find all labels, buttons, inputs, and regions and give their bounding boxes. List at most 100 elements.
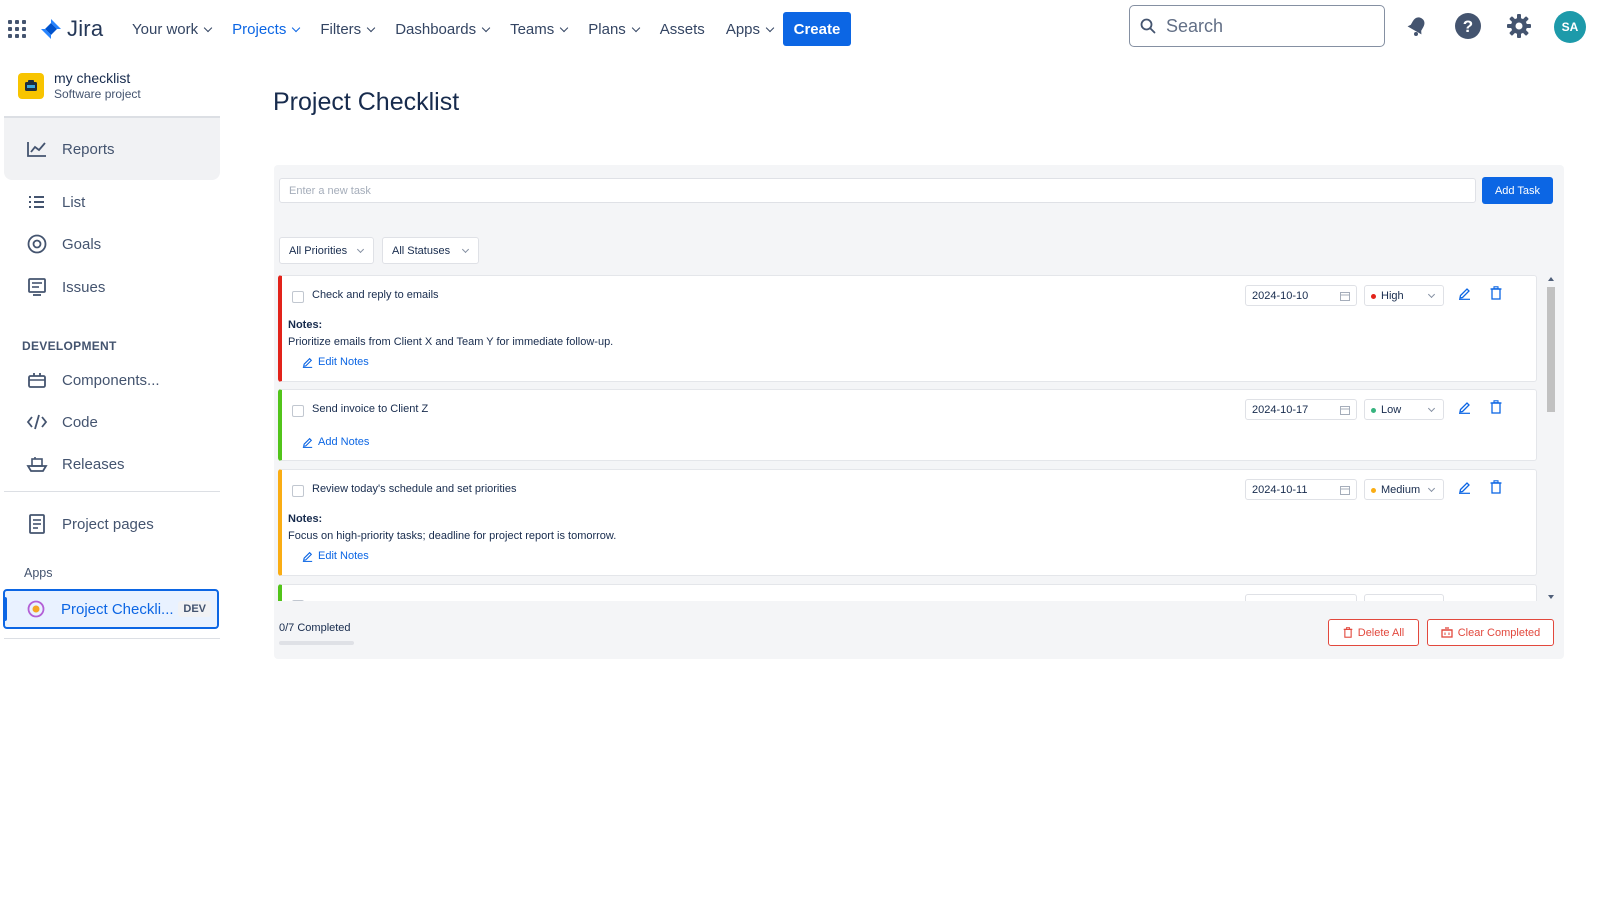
progress-text: 0/7 Completed [279, 622, 351, 634]
nav-item-label: Filters [320, 20, 362, 38]
nav-item-assets[interactable]: Assets [660, 21, 705, 38]
task-title: Review today's schedule and set prioriti… [312, 483, 517, 495]
task-priority-select[interactable] [1364, 594, 1444, 601]
search-placeholder: Search [1166, 15, 1224, 36]
priority-filter-select[interactable]: All Priorities [279, 237, 374, 264]
edit-notes-link[interactable]: Edit Notes [302, 550, 369, 562]
calendar-icon [1340, 486, 1350, 495]
add-notes-label: Add Notes [318, 436, 370, 448]
edit-icon[interactable] [1458, 287, 1471, 300]
project-type: Software project [54, 87, 141, 101]
sidebar-divider [4, 491, 220, 492]
task-checkbox[interactable] [292, 600, 304, 601]
sidebar-item-issues[interactable]: Issues [4, 267, 220, 307]
jira-logo[interactable]: Jira [40, 16, 103, 42]
svg-text:?: ? [1463, 17, 1473, 36]
pencil-icon [302, 357, 313, 368]
sidebar-item-project-checklist[interactable]: Project Checkli... DEV [3, 589, 219, 629]
task-list-scrollbar[interactable] [1545, 275, 1557, 601]
dev-badge: DEV [178, 601, 211, 617]
clear-icon [1441, 627, 1453, 638]
task-list: Check and reply to emails 2024-10-10 Hig… [278, 275, 1543, 601]
create-button[interactable]: Create [783, 12, 851, 46]
task-due-date[interactable]: 2024-10-10 [1245, 285, 1357, 306]
scroll-down-arrow-icon[interactable] [1548, 595, 1554, 599]
notes-label: Notes: [288, 319, 323, 331]
task-due-date[interactable]: 2024-10-17 [1245, 399, 1357, 420]
logo-text: Jira [67, 16, 104, 41]
nav-item-teams[interactable]: Teams [510, 21, 569, 38]
edit-icon[interactable] [1458, 481, 1471, 494]
task-priority-select[interactable]: High [1364, 285, 1444, 306]
task-title: Check and reply to emails [312, 289, 439, 301]
issues-icon [26, 276, 48, 298]
user-avatar[interactable]: SA [1554, 11, 1586, 43]
nav-item-apps[interactable]: Apps [725, 20, 775, 38]
project-name: my checklist [54, 70, 131, 86]
task-date-value: 2024-10-17 [1252, 403, 1309, 416]
status-filter-value: All Statuses [392, 244, 451, 257]
progress-bar [279, 641, 354, 645]
delete-all-button[interactable]: Delete All [1328, 619, 1419, 646]
sidebar-item-project-pages[interactable]: Project pages [4, 504, 220, 544]
help-icon[interactable]: ? [1453, 11, 1483, 41]
pencil-icon [302, 437, 313, 448]
task-item: Send invoice to Client Z 2024-10-17 Low … [278, 389, 1537, 461]
sidebar-item-releases[interactable]: Releases [4, 444, 220, 484]
jira-logo-icon [41, 19, 61, 39]
task-checkbox[interactable] [292, 405, 304, 417]
priority-filter-value: All Priorities [289, 244, 348, 257]
edit-notes-link[interactable]: Edit Notes [302, 356, 369, 368]
chevron-down-icon [292, 23, 301, 32]
nav-item-label: Dashboards [395, 20, 477, 38]
components-icon [26, 369, 48, 391]
checklist-panel: Add Task All Priorities All Statuses Che… [274, 165, 1564, 659]
nav-item-dashboards[interactable]: Dashboards [395, 20, 491, 38]
task-checkbox[interactable] [292, 485, 304, 497]
chevron-down-icon [481, 23, 491, 32]
task-due-date[interactable]: 2024-10-11 [1245, 479, 1357, 500]
sidebar-item-label: Goals [62, 235, 102, 253]
search-box[interactable]: Search [1129, 5, 1385, 47]
project-header[interactable]: my checklist Software project [18, 70, 141, 101]
scrollbar-thumb[interactable] [1547, 287, 1555, 412]
edit-icon[interactable] [1458, 401, 1471, 414]
chevron-down-icon [560, 23, 569, 32]
status-filter-select[interactable]: All Statuses [382, 237, 479, 264]
nav-menu: Your work Projects Filters Dashboards Teams P… [132, 0, 794, 58]
reports-icon [26, 138, 48, 160]
notes-text: Prioritize emails from Client X and Team… [288, 336, 614, 348]
clear-completed-button[interactable]: Clear Completed [1427, 619, 1554, 646]
sidebar-item-code[interactable]: Code [4, 402, 220, 442]
sidebar-item-goals[interactable]: Goals [4, 224, 220, 264]
nav-item-plans[interactable]: Plans [588, 21, 641, 38]
app-switcher-icon[interactable] [8, 20, 26, 38]
new-task-input[interactable] [279, 178, 1476, 203]
task-priority-select[interactable]: Low [1364, 399, 1444, 420]
task-priority-select[interactable]: Medium [1364, 479, 1444, 500]
settings-icon[interactable] [1504, 11, 1534, 41]
trash-icon[interactable] [1490, 480, 1502, 494]
calendar-icon [1340, 292, 1350, 301]
notifications-icon[interactable] [1402, 11, 1432, 41]
add-task-button[interactable]: Add Task [1482, 177, 1553, 204]
add-notes-link[interactable]: Add Notes [302, 436, 369, 448]
task-item: Check and reply to emails 2024-10-10 Hig… [278, 275, 1537, 382]
task-checkbox[interactable] [292, 291, 304, 303]
scroll-up-arrow-icon[interactable] [1548, 277, 1554, 281]
trash-icon[interactable] [1490, 286, 1502, 300]
top-navigation: Jira Your work Projects Filters Dashboards T… [0, 0, 1600, 58]
sidebar-item-label: Code [62, 413, 98, 431]
sidebar-item-list[interactable]: List [4, 182, 220, 222]
trash-icon[interactable] [1490, 400, 1502, 414]
nav-item-projects[interactable]: Projects [232, 21, 301, 38]
nav-item-label: Apps [725, 20, 761, 38]
task-due-date[interactable] [1245, 594, 1357, 601]
nav-item-filters[interactable]: Filters [320, 20, 376, 38]
sidebar-item-reports[interactable]: Reports [4, 118, 220, 180]
sidebar-item-components[interactable]: Components... [4, 360, 220, 400]
chevron-down-icon [1427, 404, 1436, 413]
clear-completed-label: Clear Completed [1457, 626, 1541, 639]
nav-item-your-work[interactable]: Your work [132, 21, 213, 38]
task-date-value: 2024-10-10 [1252, 289, 1309, 302]
